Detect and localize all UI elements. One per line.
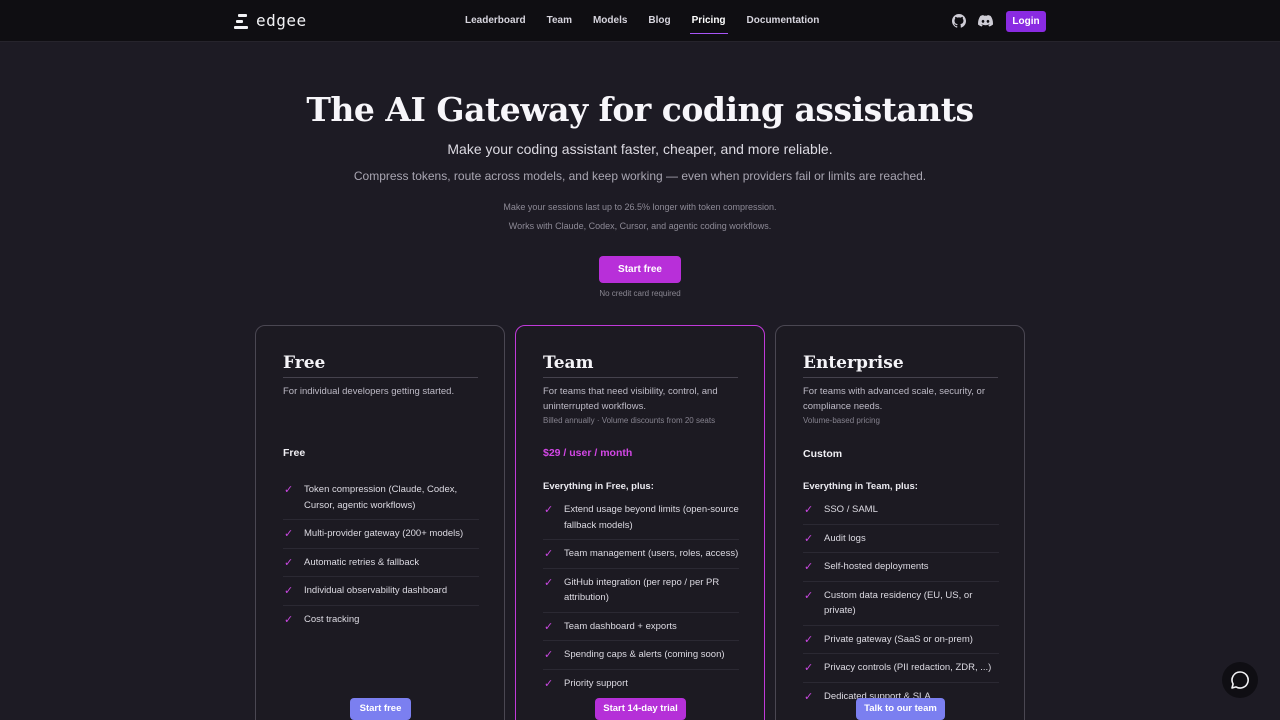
- edgee-logo-icon: [234, 12, 248, 30]
- features-heading: Everything in Free, plus:: [543, 481, 654, 492]
- nav-link-pricing[interactable]: Pricing: [689, 0, 728, 42]
- hero-note-compatibility: Works with Claude, Codex, Cursor, and ag…: [508, 221, 772, 231]
- free-start-button[interactable]: Start free: [350, 698, 411, 720]
- login-button[interactable]: Login: [1006, 11, 1046, 32]
- plan-card-enterprise: Enterprise For teams with advanced scale…: [775, 325, 1025, 720]
- enterprise-contact-button[interactable]: Talk to our team: [856, 698, 945, 720]
- check-icon: ✓: [284, 484, 294, 496]
- divider: [803, 377, 998, 378]
- feature-item: ✓ Spending caps & alerts (coming soon): [543, 641, 739, 670]
- divider: [543, 377, 738, 378]
- feature-item: ✓ Extend usage beyond limits (open-source…: [543, 496, 739, 540]
- feature-item: ✓ Privacy controls (PII redaction, ZDR, .…: [803, 654, 999, 683]
- billing-note: Billed annually · Volume discounts from …: [543, 416, 716, 425]
- check-icon: ✓: [544, 576, 554, 589]
- check-icon: ✓: [804, 690, 814, 703]
- plan-price: Custom: [803, 448, 843, 460]
- check-icon: ✓: [544, 649, 554, 661]
- nav-link-team[interactable]: Team: [547, 0, 572, 42]
- check-icon: ✓: [804, 589, 814, 602]
- hero-description: Compress tokens, route across models, an…: [353, 169, 927, 183]
- nav-link-documentation[interactable]: Documentation: [747, 0, 820, 42]
- check-icon: ✓: [284, 585, 294, 597]
- plan-name: Team: [543, 353, 594, 373]
- github-icon[interactable]: [952, 14, 966, 28]
- check-icon: ✓: [544, 504, 554, 516]
- check-icon: ✓: [544, 548, 554, 560]
- plan-price: $29 / user / month: [543, 447, 633, 459]
- plan-card-team: Team For teams that need visibility, con…: [515, 325, 765, 720]
- feature-item: ✓ Individual observability dashboard: [283, 577, 479, 606]
- hero-title: The AI Gateway for coding assistants: [306, 90, 974, 129]
- plan-card-free: Free For individual developers getting s…: [255, 325, 505, 720]
- plan-name: Enterprise: [803, 353, 904, 373]
- logo-text: edgee: [256, 11, 307, 30]
- feature-item: ✓ Priority support: [543, 670, 739, 698]
- check-icon: ✓: [284, 613, 294, 626]
- chat-widget-button[interactable]: [1222, 662, 1258, 698]
- feature-item: ✓ GitHub integration (per repo / per PR a…: [543, 569, 739, 613]
- check-icon: ✓: [804, 504, 814, 516]
- top-navbar: edgee Leaderboard Team Models Blog Prici…: [0, 0, 1280, 42]
- logo[interactable]: edgee: [234, 11, 307, 30]
- team-trial-button[interactable]: Start 14-day trial: [595, 698, 686, 720]
- feature-list: ✓ Extend usage beyond limits (open-source…: [543, 496, 739, 697]
- plan-description: For individual developers getting starte…: [283, 386, 455, 397]
- check-icon: ✓: [544, 620, 554, 633]
- feature-item: ✓ SSO / SAML: [803, 496, 999, 525]
- feature-item: ✓ Automatic retries & fallback: [283, 549, 479, 577]
- no-credit-card-note: No credit card required: [599, 289, 681, 298]
- plan-name: Free: [283, 353, 326, 373]
- feature-item: ✓ Team management (users, roles, access): [543, 540, 739, 569]
- feature-item: ✓ Private gateway (SaaS or on-prem): [803, 626, 999, 654]
- hero-start-free-button[interactable]: Start free: [599, 256, 681, 283]
- billing-note: Volume-based pricing: [803, 416, 880, 425]
- feature-item: ✓ Audit logs: [803, 525, 999, 553]
- plan-description: For teams with advanced scale, security,…: [803, 386, 985, 412]
- chat-bubble-icon: [1231, 671, 1249, 689]
- feature-item: ✓ Custom data residency (EU, US, or priva…: [803, 582, 999, 626]
- discord-icon[interactable]: [978, 14, 993, 28]
- check-icon: ✓: [284, 556, 294, 569]
- plan-price: Free: [283, 447, 306, 459]
- nav-links: Leaderboard Team Models Blog Pricing Doc…: [465, 0, 840, 42]
- nav-link-models[interactable]: Models: [593, 0, 627, 42]
- check-icon: ✓: [284, 528, 294, 540]
- check-icon: ✓: [544, 677, 554, 690]
- hero-note-compression: Make your sessions last up to 26.5% long…: [503, 202, 777, 212]
- divider: [283, 377, 478, 378]
- feature-item: ✓ Cost tracking: [283, 606, 479, 634]
- feature-item: ✓ Team dashboard + exports: [543, 613, 739, 641]
- feature-list: ✓ Token compression (Claude, Codex, Curso…: [283, 476, 479, 633]
- features-heading: Everything in Team, plus:: [803, 481, 918, 492]
- feature-item: ✓ Multi-provider gateway (200+ models): [283, 520, 479, 549]
- feature-item: ✓ Token compression (Claude, Codex, Curso…: [283, 476, 479, 520]
- check-icon: ✓: [804, 662, 814, 674]
- nav-link-blog[interactable]: Blog: [648, 0, 670, 42]
- hero-subtitle: Make your coding assistant faster, cheap…: [447, 141, 833, 157]
- check-icon: ✓: [804, 633, 814, 646]
- plan-description: For teams that need visibility, control,…: [543, 386, 718, 412]
- feature-list: ✓ SSO / SAML ✓ Audit logs ✓ Self-hosted dep…: [803, 496, 999, 710]
- check-icon: ✓: [804, 561, 814, 573]
- check-icon: ✓: [804, 532, 814, 545]
- feature-item: ✓ Self-hosted deployments: [803, 553, 999, 582]
- nav-link-leaderboard[interactable]: Leaderboard: [465, 0, 526, 42]
